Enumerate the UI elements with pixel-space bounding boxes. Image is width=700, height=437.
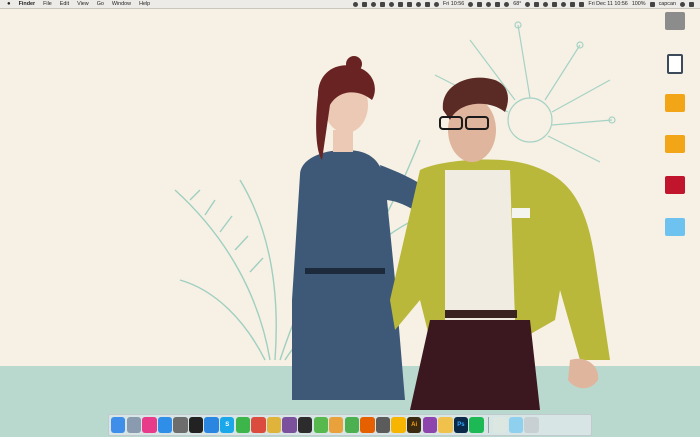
menu-file[interactable]: File bbox=[43, 1, 52, 7]
status-flag-icon[interactable] bbox=[579, 1, 585, 7]
illustrator-icon[interactable]: Ai bbox=[406, 417, 422, 433]
status-volume-icon[interactable] bbox=[570, 1, 576, 7]
document-stack-icon[interactable] bbox=[493, 417, 508, 433]
status-time-small[interactable]: Fri 10:56 bbox=[443, 1, 464, 7]
status-mail-icon[interactable] bbox=[534, 1, 540, 7]
itunes-icon[interactable] bbox=[142, 417, 157, 433]
external-drive-icon bbox=[665, 135, 685, 153]
status-share-icon[interactable] bbox=[495, 1, 501, 7]
status-cloud-icon[interactable] bbox=[352, 1, 358, 7]
battery-icon[interactable] bbox=[649, 1, 655, 7]
sketch-icon[interactable] bbox=[391, 417, 406, 433]
safari-icon[interactable] bbox=[204, 417, 219, 433]
status-steam-icon[interactable] bbox=[415, 1, 421, 7]
app-icon bbox=[665, 176, 685, 194]
apple-menu-icon[interactable]: ● bbox=[7, 1, 11, 7]
skype-icon[interactable]: S bbox=[220, 417, 235, 433]
evernote-icon[interactable] bbox=[235, 417, 251, 433]
status-sync-icon[interactable] bbox=[486, 1, 492, 7]
status-chevron-icon[interactable] bbox=[379, 1, 385, 7]
menu-window[interactable]: Window bbox=[112, 1, 131, 7]
status-box-icon[interactable] bbox=[361, 1, 367, 7]
dock: S Ai Ps bbox=[108, 414, 592, 436]
viber-icon[interactable] bbox=[282, 417, 297, 433]
status-user[interactable]: capcan bbox=[659, 1, 676, 7]
status-clock-icon[interactable] bbox=[433, 1, 439, 7]
menu-bar: ● Finder File Edit View Go Window Help F… bbox=[0, 0, 700, 9]
status-weather-temp[interactable]: 68° bbox=[513, 1, 521, 7]
skype-letter: S bbox=[225, 422, 230, 428]
system-preferences-icon[interactable] bbox=[173, 417, 188, 433]
menu-edit[interactable]: Edit bbox=[60, 1, 69, 7]
code-editor-icon[interactable] bbox=[438, 417, 453, 433]
hard-drive-icon bbox=[665, 12, 685, 30]
desktop-sd-card[interactable] bbox=[655, 54, 695, 74]
photos-icon[interactable] bbox=[329, 417, 344, 433]
status-weather-icon[interactable] bbox=[504, 1, 510, 7]
wallpaper-illustration bbox=[174, 21, 616, 410]
todoist-icon[interactable] bbox=[251, 417, 266, 433]
status-brush-icon[interactable] bbox=[388, 1, 394, 7]
desktop-external-drive-2[interactable] bbox=[655, 135, 695, 153]
status-gauge-icon[interactable] bbox=[525, 1, 531, 7]
firefox-icon[interactable] bbox=[360, 417, 375, 433]
downloads-folder-icon[interactable] bbox=[508, 417, 524, 433]
status-music-icon[interactable] bbox=[424, 1, 430, 7]
app-store-icon[interactable] bbox=[157, 417, 173, 433]
spotify-icon[interactable] bbox=[469, 417, 484, 433]
menu-view[interactable]: View bbox=[77, 1, 89, 7]
photoshop-letters: Ps bbox=[457, 422, 465, 428]
sd-card-icon bbox=[667, 54, 683, 74]
desktop-hard-drive[interactable] bbox=[655, 12, 695, 30]
launchpad-icon[interactable] bbox=[126, 417, 141, 433]
desktop-external-drive-1[interactable] bbox=[655, 94, 695, 112]
chrome-icon[interactable] bbox=[266, 417, 282, 433]
desktop-app-shortcut[interactable] bbox=[655, 176, 695, 194]
trash-icon[interactable] bbox=[524, 417, 539, 433]
plex-icon[interactable] bbox=[297, 417, 313, 433]
photoshop-icon[interactable]: Ps bbox=[453, 417, 469, 433]
menu-go[interactable]: Go bbox=[97, 1, 104, 7]
status-circle-icon[interactable] bbox=[370, 1, 376, 7]
opera-icon[interactable] bbox=[375, 417, 391, 433]
finder-icon[interactable] bbox=[111, 417, 126, 433]
menu-help[interactable]: Help bbox=[139, 1, 150, 7]
dock-separator bbox=[487, 417, 489, 433]
desktop-folder[interactable] bbox=[655, 218, 695, 236]
status-link-icon[interactable] bbox=[397, 1, 403, 7]
status-evernote-icon[interactable] bbox=[406, 1, 412, 7]
status-monitor-icon[interactable] bbox=[477, 1, 483, 7]
illustrator-letters: Ai bbox=[411, 422, 418, 428]
podcast-icon[interactable] bbox=[422, 417, 437, 433]
spotlight-search-icon[interactable] bbox=[680, 1, 685, 7]
status-dropbox-icon[interactable] bbox=[468, 1, 474, 7]
menu-app-name[interactable]: Finder bbox=[19, 1, 35, 7]
man-illustration bbox=[390, 77, 610, 410]
notification-center-icon[interactable] bbox=[689, 1, 694, 7]
status-clock[interactable]: Fri Dec 11 10:56 bbox=[588, 1, 627, 7]
status-battery-percent[interactable]: 100% bbox=[632, 1, 646, 7]
status-timer-icon[interactable] bbox=[543, 1, 549, 7]
maps-icon[interactable] bbox=[313, 417, 328, 433]
leaf-icon[interactable] bbox=[344, 417, 360, 433]
status-wifi-icon[interactable] bbox=[561, 1, 567, 7]
folder-icon bbox=[665, 218, 685, 236]
terminal-icon[interactable] bbox=[188, 417, 204, 433]
external-drive-icon bbox=[665, 94, 685, 112]
status-bluetooth-icon[interactable] bbox=[552, 1, 558, 7]
